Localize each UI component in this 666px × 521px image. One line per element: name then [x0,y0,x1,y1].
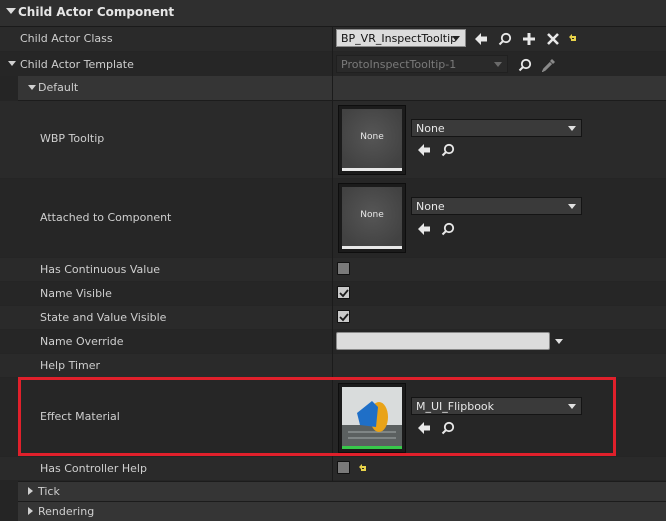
has-continuous-value-checkbox[interactable] [337,262,350,275]
wbp-tooltip-value: None [416,122,445,135]
row-attached-to-component: Attached to Component None None [0,179,666,257]
expand-arrow-icon[interactable] [8,61,16,66]
wbp-tooltip-thumbnail[interactable]: None [338,105,406,175]
has-controller-help-label: Has Controller Help [40,462,147,475]
attached-to-component-label: Attached to Component [40,211,172,224]
attached-to-component-combo[interactable]: None [411,197,582,215]
dropdown-caret-icon[interactable] [452,36,460,41]
collapse-arrow-icon[interactable] [6,8,16,14]
thumbnail-type-bar [342,246,402,249]
use-selected-arrow-icon[interactable] [474,32,488,46]
child-actor-template-combo[interactable]: ProtoInspectTooltip-1 [336,55,508,73]
child-actor-template-label: Child Actor Template [20,58,134,71]
reset-to-default-icon[interactable] [358,463,368,473]
browse-search-icon[interactable] [518,58,532,72]
add-new-plus-icon[interactable] [522,32,536,46]
row-child-actor-class: Child Actor Class BP_VR_InspectTooltip [0,27,666,51]
row-name-visible: Name Visible [0,282,666,305]
section-title: Child Actor Component [18,5,175,19]
checkmark-icon [339,313,349,322]
thumbnail-none-text: None [360,132,384,142]
thumbnail-type-bar [342,168,402,171]
highlight-box [18,377,616,456]
attached-to-component-thumbnail[interactable]: None [338,183,406,253]
tick-group-label: Tick [38,485,60,498]
name-visible-checkbox[interactable] [337,286,350,299]
row-help-timer: Help Timer [0,354,666,377]
dropdown-caret-icon[interactable] [494,62,502,67]
attached-to-component-value: None [416,200,445,213]
wbp-tooltip-label: WBP Tooltip [40,132,105,145]
dropdown-caret-icon[interactable] [568,204,576,209]
expand-arrow-icon[interactable] [28,487,33,495]
name-override-label: Name Override [40,335,124,348]
child-actor-class-combo[interactable]: BP_VR_InspectTooltip [336,29,466,47]
default-group-header[interactable]: Default [18,76,666,101]
child-actor-template-value: ProtoInspectTooltip-1 [341,58,457,71]
wbp-tooltip-combo[interactable]: None [411,119,582,137]
name-override-input[interactable] [336,332,550,350]
row-name-override: Name Override [0,330,666,353]
browse-search-icon[interactable] [441,143,455,157]
thumbnail-none-text: None [360,210,384,220]
rendering-group-label: Rendering [38,505,95,518]
row-child-actor-template: Child Actor Template ProtoInspectTooltip… [0,52,666,76]
has-controller-help-checkbox[interactable] [337,461,350,474]
row-has-continuous-value: Has Continuous Value [0,258,666,281]
clear-x-icon[interactable] [546,32,560,46]
has-continuous-value-label: Has Continuous Value [40,263,161,276]
dropdown-caret-icon[interactable] [568,126,576,131]
child-actor-class-label: Child Actor Class [20,32,113,45]
state-and-value-visible-checkbox[interactable] [337,310,350,323]
text-options-dropdown-icon[interactable] [555,339,563,344]
row-wbp-tooltip: WBP Tooltip None None [0,101,666,178]
collapse-arrow-icon[interactable] [28,85,36,90]
expand-arrow-icon[interactable] [28,507,33,515]
checkmark-icon [339,289,349,298]
pick-actor-eyedropper-icon[interactable] [542,58,556,72]
browse-search-icon[interactable] [498,32,512,46]
default-group-label: Default [38,81,79,94]
section-header[interactable]: Child Actor Component [0,0,666,27]
row-has-controller-help: Has Controller Help [0,457,666,480]
help-timer-label: Help Timer [40,359,101,372]
child-actor-class-value: BP_VR_InspectTooltip [341,32,458,45]
browse-search-icon[interactable] [441,222,455,236]
state-and-value-visible-label: State and Value Visible [40,311,167,324]
row-state-and-value-visible: State and Value Visible [0,306,666,329]
use-selected-arrow-icon[interactable] [417,222,431,236]
reset-to-default-icon[interactable] [568,33,578,43]
rendering-group-header[interactable]: Rendering [18,501,666,521]
tick-group-header[interactable]: Tick [18,481,666,501]
name-visible-label: Name Visible [40,287,112,300]
use-selected-arrow-icon[interactable] [417,143,431,157]
